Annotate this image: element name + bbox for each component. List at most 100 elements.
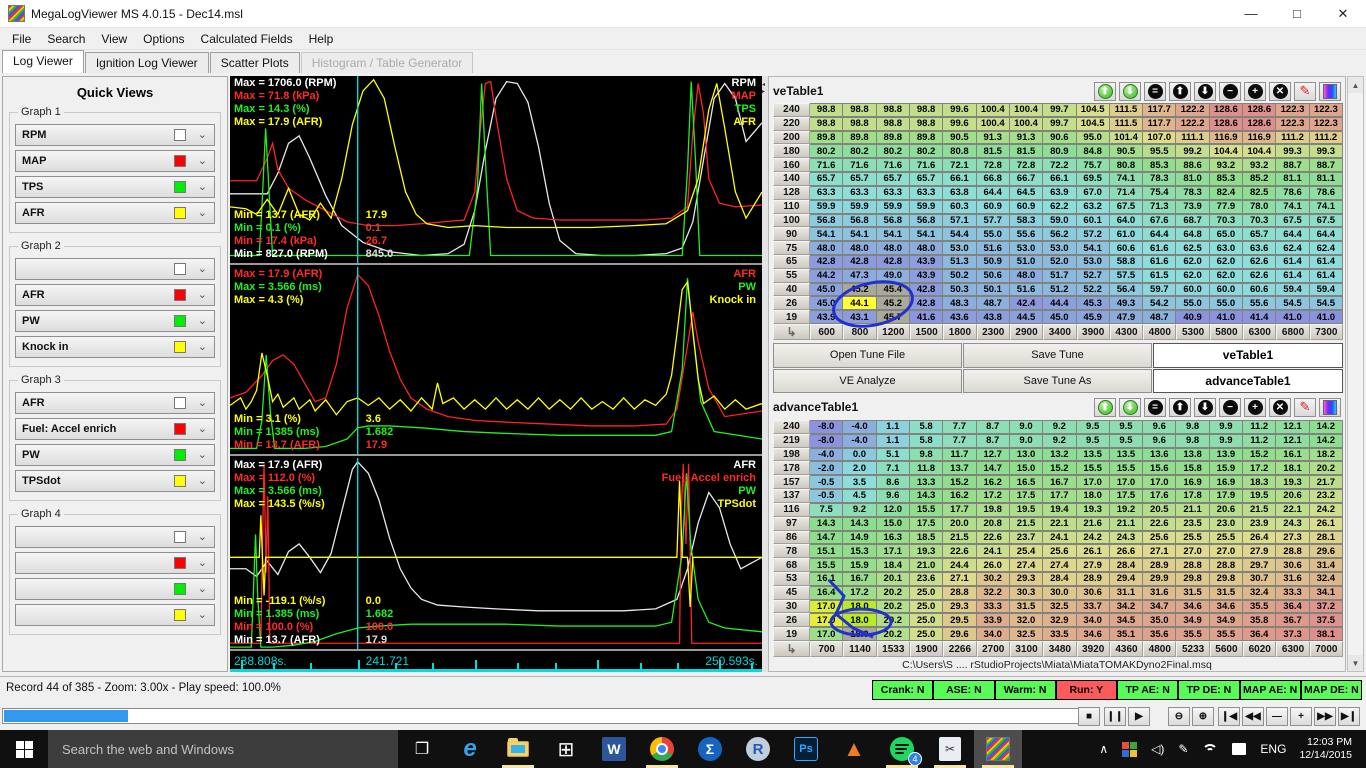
log-position-thumb[interactable] [4,710,128,722]
table-cell[interactable]: 29.4 [1110,572,1143,586]
row-header[interactable]: 116 [773,503,810,517]
save-tune-button[interactable]: Save Tune [963,343,1152,368]
table-cell[interactable]: 17.7 [943,503,976,517]
table-cell[interactable]: 60.1 [1077,214,1110,228]
table-cell[interactable]: 16.4 [810,586,843,600]
column-header[interactable]: 800 [843,324,876,340]
table-cell[interactable]: 80.8 [943,144,976,158]
table-cell[interactable]: 14.7 [810,531,843,545]
table-cell[interactable]: 44.5 [1010,310,1043,324]
table-cell[interactable]: 25.0 [910,600,943,614]
table-cell[interactable]: 17.0 [810,613,843,627]
column-header[interactable]: 4800 [1143,641,1176,657]
column-header[interactable]: 700 [810,641,843,657]
table-cell[interactable]: 30.6 [1077,586,1110,600]
maximize-button[interactable]: □ [1274,0,1320,28]
table-cell[interactable]: 17.2 [1243,461,1276,475]
table-cell[interactable]: 9.5 [1110,420,1143,434]
table-cell[interactable]: 23.9 [1243,517,1276,531]
notifications-icon[interactable] [1225,743,1253,755]
table-cell[interactable]: 117.7 [1143,117,1176,131]
table-cell[interactable]: 17.0 [1077,475,1110,489]
hidden-icons-chevron[interactable]: ∧ [1092,742,1115,756]
table-cell[interactable]: 41.4 [1243,310,1276,324]
wifi-icon[interactable] [1195,744,1225,754]
table-cell[interactable]: 62.4 [1276,241,1309,255]
table-cell[interactable]: 13.5 [1110,448,1143,462]
table-cell[interactable]: 12.1 [1276,434,1309,448]
table-cell[interactable]: 27.4 [1010,558,1043,572]
table-cell[interactable]: 22.1 [1276,503,1309,517]
table-cell[interactable]: 104.5 [1077,117,1110,131]
stop-button[interactable]: ■ [1078,707,1100,726]
table-cell[interactable]: 63.8 [943,186,976,200]
skip-end-button[interactable]: ▶❙ [1338,707,1360,726]
table-cell[interactable]: 117.7 [1143,103,1176,117]
table-cell[interactable]: 9.6 [1143,420,1176,434]
table-cell[interactable]: 9.9 [1210,434,1243,448]
table-cell[interactable]: 42.8 [910,283,943,297]
table-cell[interactable]: 50.9 [977,255,1010,269]
table-cell[interactable]: 59.9 [843,200,876,214]
table-cell[interactable]: 30.0 [1043,586,1076,600]
table-cell[interactable]: 42.8 [877,255,910,269]
table-cell[interactable]: 85.3 [1210,172,1243,186]
table-cell[interactable]: 9.2 [1043,434,1076,448]
table-cell[interactable]: 69.5 [1077,172,1110,186]
table-cell[interactable]: 13.0 [1010,448,1043,462]
table-cell[interactable]: 33.3 [977,600,1010,614]
graph-2[interactable]: Max = 17.9 (AFR)Max = 3.566 (ms)Max = 4.… [230,267,762,456]
table-cell[interactable]: 31.5 [1176,586,1209,600]
table-cell[interactable]: 64.4 [1310,227,1343,241]
row-header[interactable]: 240 [773,103,810,117]
table-cell[interactable]: 20.2 [877,586,910,600]
menu-item-help[interactable]: Help [301,30,342,48]
table-cell[interactable]: 59.9 [910,200,943,214]
table-cell[interactable]: 28.1 [1310,531,1343,545]
spotify-button[interactable]: 4 [878,730,926,768]
column-header[interactable]: 5800 [1210,324,1243,340]
table-cell[interactable]: 29.9 [1143,572,1176,586]
save-tune-as-button[interactable]: Save Tune As [963,369,1152,394]
column-header[interactable]: 5233 [1176,641,1209,657]
channel-select-g1-3[interactable]: TPS⌄ [15,176,215,198]
table-cell[interactable]: 104.5 [1077,103,1110,117]
table-cell[interactable]: 12.0 [877,503,910,517]
table-cell[interactable]: 35.0 [1143,613,1176,627]
table-cell[interactable]: 52.7 [1077,269,1110,283]
table-cell[interactable]: 14.7 [977,461,1010,475]
table-cell[interactable]: 54.1 [877,227,910,241]
table-cell[interactable]: 8.7 [977,434,1010,448]
table-cell[interactable]: 16.9 [1210,475,1243,489]
channel-select-g2-4[interactable]: Knock in⌄ [15,336,215,358]
table-cell[interactable]: 28.8 [1210,558,1243,572]
column-header[interactable]: 4300 [1110,324,1143,340]
table-cell[interactable]: 34.9 [1210,613,1243,627]
table-cell[interactable]: 28.8 [943,586,976,600]
table-cell[interactable]: 74.1 [1110,172,1143,186]
row-header[interactable]: 40 [773,283,810,297]
table-cell[interactable]: 20.5 [1143,503,1176,517]
play-button[interactable]: ▶ [1128,707,1150,726]
table-cell[interactable]: 85.2 [1243,172,1276,186]
table-cell[interactable]: 43.9 [810,310,843,324]
tab-advance-table[interactable]: advanceTable1 [1153,369,1343,394]
minimize-button[interactable]: — [1228,0,1274,28]
table-cell[interactable]: 34.6 [1210,600,1243,614]
table-cell[interactable]: 17.1 [877,544,910,558]
table-cell[interactable]: 88.7 [1276,158,1309,172]
table-cell[interactable]: 60.9 [1010,200,1043,214]
table-cell[interactable]: 44.1 [843,296,876,310]
decrement-button[interactable]: − [1219,398,1241,417]
table-cell[interactable]: 23.2 [1310,489,1343,503]
table-cell[interactable]: 31.1 [1110,586,1143,600]
table-cell[interactable]: 99.3 [1276,144,1309,158]
table-cell[interactable]: 27.9 [1243,544,1276,558]
table-cell[interactable]: 22.6 [977,531,1010,545]
table-cell[interactable]: 44.4 [1043,296,1076,310]
table-cell[interactable]: 15.0 [1010,461,1043,475]
table-cell[interactable]: 116.9 [1210,131,1243,145]
tray-app-icon[interactable] [1115,742,1144,757]
table-cell[interactable]: 33.3 [1276,586,1309,600]
table-cell[interactable]: 78.3 [1176,186,1209,200]
